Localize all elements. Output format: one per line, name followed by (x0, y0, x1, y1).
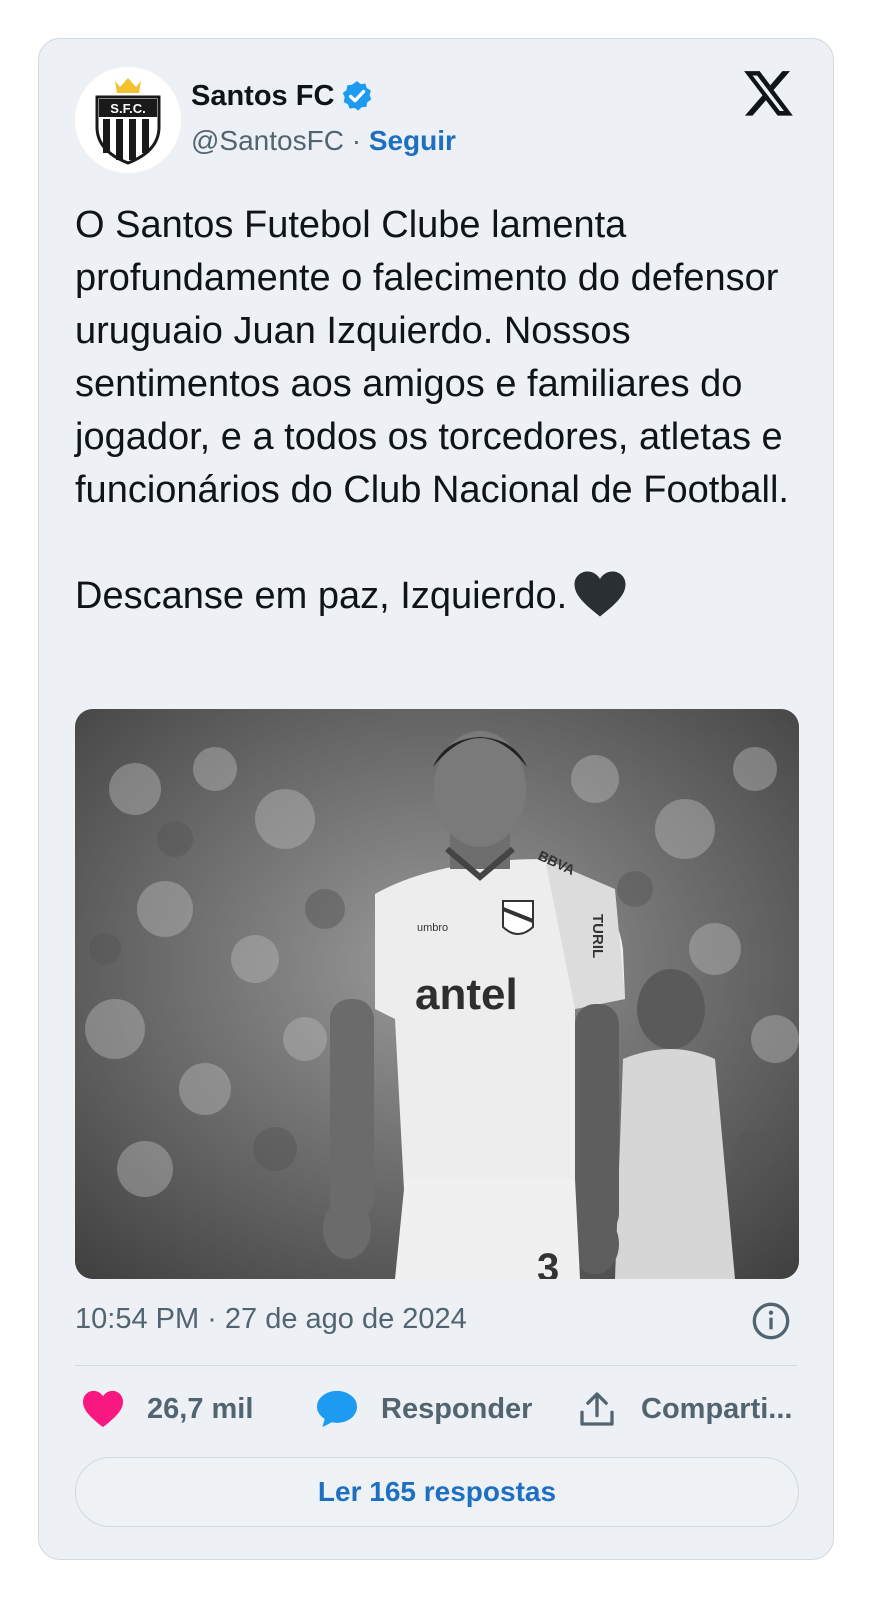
handle[interactable]: @SantosFC (191, 125, 344, 156)
shorts-number: 3 (537, 1246, 559, 1279)
tweet-text: O Santos Futebol Clube lamenta profundam… (75, 199, 815, 623)
black-heart-icon (574, 571, 626, 617)
divider (75, 1365, 797, 1366)
player-photo: antel BBVA umbro TURIL 3 (75, 709, 799, 1279)
share-button[interactable]: Comparti... (577, 1389, 792, 1429)
handle-row: @SantosFC · Seguir (191, 125, 456, 157)
separator: · (351, 125, 362, 156)
reply-bubble-icon (317, 1390, 357, 1428)
follow-button[interactable]: Seguir (369, 125, 456, 156)
like-count: 26,7 mil (147, 1392, 254, 1425)
share-label: Comparti... (641, 1392, 793, 1425)
reply-label: Responder (381, 1392, 533, 1425)
read-replies-button[interactable]: Ler 165 respostas (75, 1457, 799, 1527)
timestamp[interactable]: 10:54 PM · 27 de ago de 2024 (75, 1303, 467, 1336)
reply-button[interactable]: Responder (315, 1389, 532, 1429)
tweet-card: S.F.C. Santos FC @SantosFC · Seguir O Sa… (38, 38, 834, 1560)
share-icon (580, 1392, 614, 1426)
tweet-photo[interactable]: antel BBVA umbro TURIL 3 (75, 709, 799, 1279)
santos-crest-icon: S.F.C. (75, 67, 181, 173)
avatar[interactable]: S.F.C. (75, 67, 181, 173)
jersey-brand-text: umbro (417, 922, 448, 934)
jersey-side-text: TURIL (589, 914, 606, 958)
jersey-sponsor-text: antel (415, 970, 518, 1019)
action-bar: 26,7 mil Responder Comparti... (75, 1389, 799, 1435)
x-logo-icon[interactable] (743, 71, 795, 119)
info-icon[interactable] (751, 1301, 791, 1341)
name-row: Santos FC (191, 79, 374, 113)
tweet-body: O Santos Futebol Clube lamenta profundam… (75, 204, 789, 617)
verified-badge-icon (343, 81, 372, 111)
heart-icon (83, 1390, 123, 1428)
display-name[interactable]: Santos FC (191, 80, 334, 113)
svg-text:S.F.C.: S.F.C. (110, 101, 145, 116)
like-button[interactable]: 26,7 mil (81, 1389, 253, 1429)
